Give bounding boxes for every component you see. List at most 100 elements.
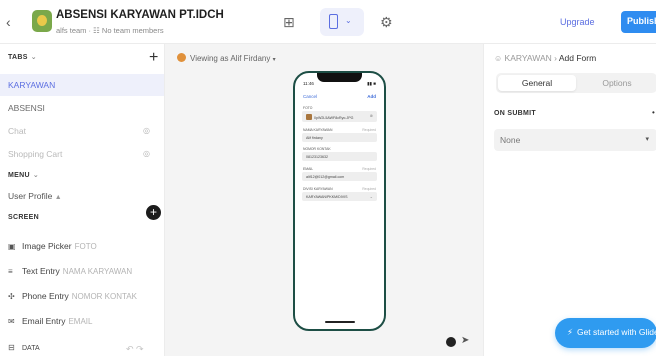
required-tag: Required <box>362 167 376 171</box>
tab-label: KARYAWAN <box>8 80 56 90</box>
field-label: EMAIL <box>303 167 314 171</box>
phone-preview: 11:46 ▮▮ ■ Cancel Add FOTO 0pW2L5AWF8cRy… <box>293 71 386 331</box>
tabs-header[interactable]: TABS ⌄ <box>8 53 37 61</box>
menu-item-label: User Profile <box>8 191 53 201</box>
device-selector[interactable]: ⌄ <box>320 8 364 36</box>
component-label: Email Entry <box>22 316 66 326</box>
menu-header-label: MENU <box>8 172 30 179</box>
form-add-button[interactable]: Add <box>367 94 376 99</box>
phone-time: 11:46 <box>303 81 314 86</box>
home-indicator <box>325 321 355 323</box>
phone-entry-field[interactable]: 08123123632 <box>302 152 377 161</box>
breadcrumb: ☺ KARYAWAN › Add Form <box>494 53 597 63</box>
field-value: KARYAWAN/PKKM/DIVIS <box>306 194 348 199</box>
menu-header[interactable]: MENU ⌄ <box>8 171 39 179</box>
back-icon[interactable]: ‹ <box>6 14 11 30</box>
image-picker-field[interactable]: 0pW2L5AWF8cRyo.JPG ⊗ <box>302 111 377 122</box>
phone-notch <box>317 73 362 82</box>
tab-options[interactable]: Options <box>578 75 656 91</box>
email-icon: ✉ <box>8 317 15 326</box>
person-icon: ☺ <box>494 54 503 63</box>
screen-header: SCREEN <box>8 214 39 221</box>
choice-field[interactable]: KARYAWAN/PKKM/DIVIS ⌄ <box>302 192 377 201</box>
tab-general[interactable]: General <box>498 75 576 91</box>
component-binding: EMAIL <box>68 317 93 326</box>
add-component-button[interactable]: + <box>146 205 161 220</box>
tab-label: Shopping Cart <box>8 149 63 159</box>
component-text-entry[interactable]: ≡ Text Entry NAMA KARYAWAN <box>8 266 132 276</box>
field-label: NAMA KARYAWAN <box>303 128 333 132</box>
text-entry-field[interactable]: Alif firdany <box>302 133 377 142</box>
chevron-down-icon: ⌄ <box>345 16 352 25</box>
field-value: 08123123632 <box>306 154 328 159</box>
tab-label: ABSENSI <box>8 103 45 113</box>
component-image-picker[interactable]: ▣ Image Picker FOTO <box>8 241 97 251</box>
app-logo <box>32 10 52 32</box>
data-table-icon: ⊟ <box>8 343 15 352</box>
form-cancel-button[interactable]: Cancel <box>303 94 317 99</box>
settings-icon[interactable]: ⚙ <box>380 14 393 31</box>
get-started-button[interactable]: ⚡ Get started with Glide <box>555 318 656 348</box>
chevron-down-icon: ▾ <box>272 57 276 63</box>
dark-mode-icon[interactable] <box>446 337 456 347</box>
tab-karyawan[interactable]: KARYAWAN <box>0 74 164 96</box>
photo-thumbnail <box>306 113 312 120</box>
top-bar: ‹ ABSENSI KARYAWAN PT.IDCH alfs team · ☷… <box>0 0 656 44</box>
component-email-entry[interactable]: ✉ Email Entry EMAIL <box>8 316 92 326</box>
data-header-label: DATA <box>22 345 40 352</box>
chevron-down-icon: ▾ <box>645 136 649 143</box>
user-avatar <box>177 53 186 62</box>
field-label: FOTO <box>303 106 313 110</box>
viewing-as-label: Viewing as Alif Firdany <box>190 54 271 63</box>
team-subtitle: alfs team · ☷ No team members <box>56 26 164 35</box>
phone-status-icons: ▮▮ ■ <box>367 81 376 86</box>
required-tag: Required <box>362 187 376 191</box>
on-submit-heading: ON SUBMIT <box>494 110 536 117</box>
tabs-header-label: TABS <box>8 54 28 61</box>
component-label: Image Picker <box>22 241 72 251</box>
table-view-icon[interactable]: ⊞ <box>283 14 295 31</box>
more-icon[interactable]: • <box>652 108 655 117</box>
add-tab-icon[interactable]: + <box>149 49 158 67</box>
preview-canvas: Viewing as Alif Firdany ▾ 11:46 ▮▮ ■ Can… <box>165 44 483 356</box>
get-started-label: Get started with Glide <box>576 327 656 337</box>
email-entry-field[interactable]: alif12@012@gmail.com <box>302 172 377 181</box>
properties-panel: ☺ KARYAWAN › Add Form General Options ON… <box>483 44 656 356</box>
chevron-down-icon: ⌄ <box>30 54 37 61</box>
hidden-eye-icon[interactable]: ◎ <box>143 149 150 158</box>
component-binding: NOMOR KONTAK <box>71 292 137 301</box>
tab-chat[interactable]: Chat ◎ <box>0 120 164 142</box>
field-value: 0pW2L5AWF8cRyo.JPG <box>314 115 354 120</box>
tab-shopping-cart[interactable]: Shopping Cart ◎ <box>0 143 164 165</box>
field-label: DIVISI KARYAWAN <box>303 187 333 191</box>
lock-icon: ▲ <box>54 194 62 201</box>
hidden-eye-icon[interactable]: ◎ <box>143 126 150 135</box>
breadcrumb-root[interactable]: KARYAWAN <box>505 53 552 63</box>
bolt-icon: ⚡ <box>567 327 573 337</box>
chevron-down-icon: ⌄ <box>32 172 39 179</box>
clear-icon[interactable]: ⊗ <box>370 113 373 118</box>
glide-builder: ‹ ABSENSI KARYAWAN PT.IDCH alfs team · ☷… <box>0 0 656 356</box>
text-icon: ≡ <box>8 267 13 276</box>
on-submit-value: None <box>500 135 521 145</box>
image-icon: ▣ <box>8 242 16 251</box>
tab-absensi[interactable]: ABSENSI <box>0 97 164 119</box>
menu-item-user-profile[interactable]: User Profile ▲ <box>8 191 62 201</box>
phone-icon: ✣ <box>8 292 15 301</box>
breadcrumb-current: Add Form <box>558 53 597 63</box>
publish-button[interactable]: Publish <box>621 11 656 33</box>
component-binding: FOTO <box>74 242 97 251</box>
viewing-as-selector[interactable]: Viewing as Alif Firdany ▾ <box>177 53 276 63</box>
panel-tabs: General Options <box>496 73 656 93</box>
component-phone-entry[interactable]: ✣ Phone Entry NOMOR KONTAK <box>8 291 137 301</box>
app-title: ABSENSI KARYAWAN PT.IDCH <box>56 9 224 21</box>
left-sidebar: TABS ⌄ + KARYAWAN ABSENSI Chat ◎ Shopping… <box>0 44 165 356</box>
cursor-icon[interactable]: ➤ <box>461 335 469 346</box>
undo-redo-icon[interactable]: ↶ ↷ <box>126 344 144 355</box>
field-value: Alif firdany <box>306 135 323 140</box>
data-header[interactable]: ⊟ DATA <box>8 342 40 352</box>
on-submit-select[interactable]: None ▾ <box>494 129 656 151</box>
phone-device-icon <box>329 14 338 29</box>
field-value: alif12@012@gmail.com <box>306 174 345 179</box>
upgrade-link[interactable]: Upgrade <box>560 17 595 27</box>
